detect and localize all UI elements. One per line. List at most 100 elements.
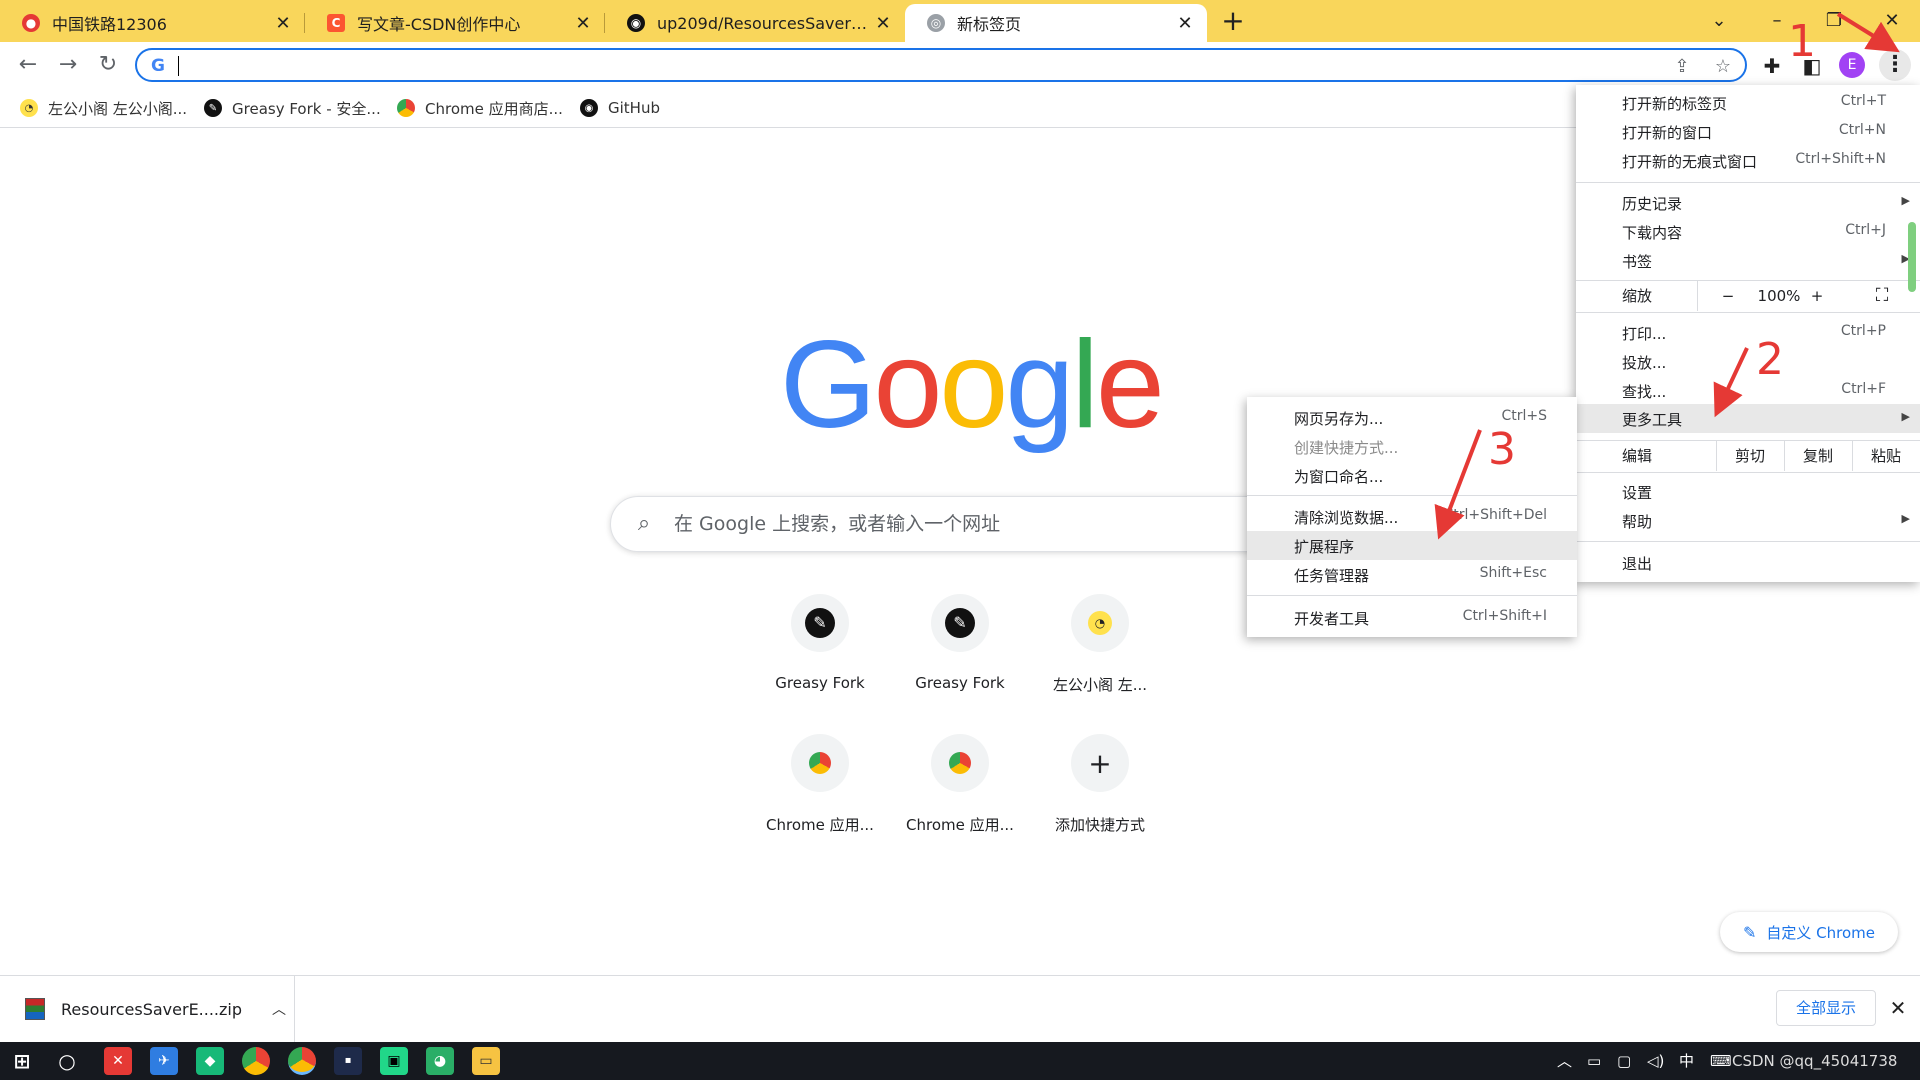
menu-zoom-label: 缩放: [1622, 287, 1653, 305]
menu-item-new-tab[interactable]: 打开新的标签页 Ctrl+T: [1576, 88, 1920, 117]
shortcut-label: 左公小阁 左...: [1052, 676, 1148, 694]
profile-avatar[interactable]: E: [1839, 52, 1865, 78]
menu-item-downloads[interactable]: 下载内容 Ctrl+J: [1576, 217, 1920, 246]
shortcut-tile[interactable]: Chrome 应用...: [898, 734, 1022, 835]
csdn-icon: C: [327, 14, 345, 32]
xmind-icon[interactable]: ✕: [104, 1047, 132, 1075]
menu-item-cast[interactable]: 投放...: [1576, 347, 1920, 376]
menu-item-incognito[interactable]: 打开新的无痕式窗口 Ctrl+Shift+N: [1576, 146, 1920, 175]
submenu-item-developer-tools[interactable]: 开发者工具 Ctrl+Shift+I: [1247, 603, 1577, 632]
submenu-arrow-icon: ▶: [1901, 512, 1910, 525]
copy-button[interactable]: 复制: [1784, 441, 1852, 471]
app-icon[interactable]: ◆: [196, 1047, 224, 1075]
customize-label: 自定义 Chrome: [1766, 923, 1875, 942]
new-tab-button[interactable]: +: [1218, 6, 1248, 36]
tab-github[interactable]: ◉ up209d/ResourcesSaverExt: Cl ✕: [605, 4, 905, 42]
shortcut-label: Greasy Fork: [915, 674, 1005, 692]
address-bar[interactable]: [135, 48, 1747, 82]
zoom-divider: [1697, 281, 1698, 311]
paste-button[interactable]: 粘贴: [1852, 441, 1920, 471]
shortcut-tile[interactable]: ✎ Greasy Fork: [758, 594, 882, 692]
customize-chrome-button[interactable]: ✎ 自定义 Chrome: [1720, 912, 1898, 952]
reload-icon[interactable]: ↻: [92, 49, 124, 81]
submenu-item-clear-browsing-data[interactable]: 清除浏览数据... Ctrl+Shift+Del: [1247, 502, 1577, 531]
forward-icon[interactable]: →: [52, 49, 84, 81]
menu-divider: [1576, 541, 1920, 542]
bookmark-chrome-webstore[interactable]: Chrome 应用商店...: [397, 96, 563, 120]
close-downloads-bar-icon[interactable]: ✕: [1884, 994, 1912, 1022]
shortcut-label: Greasy Fork: [775, 674, 865, 692]
shortcut-tile[interactable]: ◔ 左公小阁 左...: [1038, 594, 1162, 695]
submenu-item-task-manager[interactable]: 任务管理器 Shift+Esc: [1247, 560, 1577, 589]
github-icon: ◉: [580, 99, 598, 117]
chrome-webstore-icon: [931, 734, 989, 792]
bookmark-label: 左公小阁 左公小阁...: [48, 99, 188, 118]
battery-icon[interactable]: ▭: [1587, 1050, 1601, 1072]
cut-button[interactable]: 剪切: [1716, 441, 1784, 471]
shortcut-label: 添加快捷方式: [1054, 816, 1145, 834]
bookmark-star-icon[interactable]: ☆: [1711, 55, 1735, 79]
feishu-icon[interactable]: ✈: [150, 1047, 178, 1075]
text-cursor: [178, 56, 179, 76]
chevron-up-icon[interactable]: ︿: [272, 999, 286, 1019]
file-explorer-icon[interactable]: ▭: [472, 1047, 500, 1075]
fullscreen-icon[interactable]: ⛶: [1865, 281, 1899, 311]
tab-12306[interactable]: ● 中国铁路12306 ✕: [0, 4, 305, 42]
tab-title: 新标签页: [957, 15, 1022, 34]
close-window-icon[interactable]: ✕: [1870, 6, 1914, 36]
volume-icon[interactable]: ◁): [1647, 1050, 1664, 1072]
terminal-icon[interactable]: ▪: [334, 1047, 362, 1075]
plus-icon: +: [1071, 734, 1129, 792]
menu-edit-label: 编辑: [1622, 447, 1653, 465]
shortcut-tile[interactable]: Chrome 应用...: [758, 734, 882, 835]
show-all-downloads-button[interactable]: 全部显示: [1776, 990, 1876, 1026]
close-tab-icon[interactable]: ✕: [1175, 13, 1195, 34]
back-icon[interactable]: ←: [12, 49, 44, 81]
menu-item-help[interactable]: 帮助 ▶: [1576, 506, 1920, 535]
google-logo: Google: [780, 316, 1165, 454]
tray-chevron-up-icon[interactable]: ︿: [1557, 1050, 1572, 1072]
shortcut-tile[interactable]: ✎ Greasy Fork: [898, 594, 1022, 692]
submenu-item-name-window[interactable]: 为窗口命名...: [1247, 461, 1577, 490]
tab-new-tab[interactable]: ◎ 新标签页 ✕: [905, 4, 1207, 42]
wechat-icon[interactable]: ◕: [426, 1047, 454, 1075]
search-circle-icon[interactable]: ○: [53, 1047, 81, 1075]
search-icon: ⌕: [637, 511, 651, 536]
menu-item-settings[interactable]: 设置: [1576, 477, 1920, 506]
restore-icon[interactable]: ❐: [1812, 6, 1856, 36]
tab-search-chevron-icon[interactable]: ⌄: [1697, 6, 1741, 36]
chrome-webstore-icon: [791, 734, 849, 792]
windows-start-icon[interactable]: ⊞: [8, 1047, 36, 1075]
network-icon[interactable]: ▢: [1617, 1050, 1631, 1072]
bookmark-greasyfork[interactable]: ✎ Greasy Fork - 安全...: [204, 96, 381, 120]
close-tab-icon[interactable]: ✕: [873, 13, 893, 34]
menu-item-new-window[interactable]: 打开新的窗口 Ctrl+N: [1576, 117, 1920, 146]
ime-keyboard-icon[interactable]: ⌨: [1710, 1050, 1732, 1072]
menu-item-more-tools[interactable]: 更多工具 ▶: [1576, 404, 1920, 433]
menu-item-bookmarks[interactable]: 书签 ▶: [1576, 246, 1920, 275]
chrome-menu-button[interactable]: ⋮: [1879, 49, 1911, 81]
greasyfork-icon: ✎: [791, 594, 849, 652]
bookmark-zuogong[interactable]: ◔ 左公小阁 左公小阁...: [20, 96, 187, 120]
menu-item-print[interactable]: 打印... Ctrl+P: [1576, 318, 1920, 347]
menu-item-find[interactable]: 查找... Ctrl+F: [1576, 376, 1920, 405]
chrome-active-taskbar-icon[interactable]: [288, 1047, 316, 1075]
close-tab-icon[interactable]: ✕: [573, 13, 593, 34]
submenu-item-save-page[interactable]: 网页另存为... Ctrl+S: [1247, 403, 1577, 432]
submenu-item-extensions[interactable]: 扩展程序: [1247, 531, 1577, 560]
share-icon[interactable]: ⇪: [1670, 55, 1694, 79]
menu-item-history[interactable]: 历史记录 ▶: [1576, 188, 1920, 217]
menu-scrollbar[interactable]: [1908, 222, 1916, 292]
chrome-taskbar-icon[interactable]: [242, 1047, 270, 1075]
close-tab-icon[interactable]: ✕: [273, 13, 293, 34]
zoom-in-button[interactable]: +: [1800, 281, 1834, 311]
ime-indicator[interactable]: 中: [1679, 1050, 1694, 1072]
extensions-puzzle-icon[interactable]: ✚: [1757, 51, 1787, 81]
menu-item-exit[interactable]: 退出: [1576, 548, 1920, 577]
zoom-out-button[interactable]: −: [1708, 281, 1748, 311]
bookmark-github[interactable]: ◉ GitHub: [580, 96, 660, 120]
pycharm-icon[interactable]: ▣: [380, 1047, 408, 1075]
add-shortcut-tile[interactable]: + 添加快捷方式: [1038, 734, 1162, 835]
tab-csdn[interactable]: C 写文章-CSDN创作中心 ✕: [305, 4, 605, 42]
download-item[interactable]: ResourcesSaverE....zip ︿: [0, 976, 295, 1042]
